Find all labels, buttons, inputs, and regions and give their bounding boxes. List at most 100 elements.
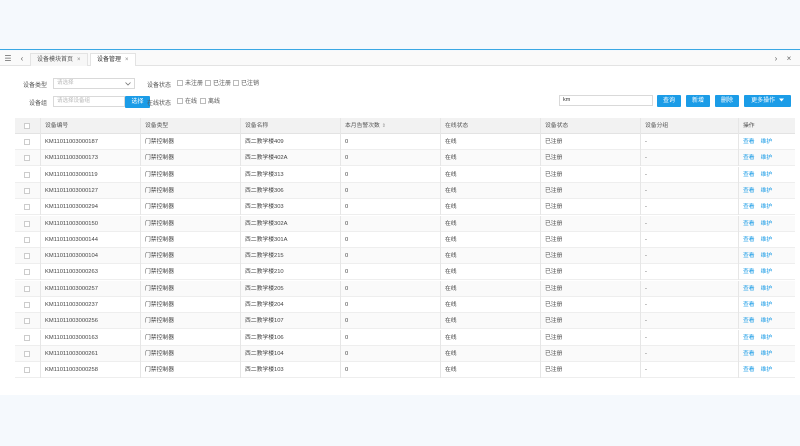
view-link[interactable]: 查看 <box>743 269 755 275</box>
view-link[interactable]: 查看 <box>743 204 755 210</box>
column-divider <box>140 297 141 313</box>
delete-button[interactable]: 删除 <box>715 95 739 107</box>
table-row: KM11011003000173 门禁控制器 西二教学楼402A 0 在线 已注册 - 查看维… <box>15 150 795 167</box>
column-divider <box>140 199 141 216</box>
maintain-link[interactable]: 维护 <box>761 204 773 210</box>
device-id-cell: KM11011003000119 <box>45 171 98 178</box>
actions-cell: 查看 维护 <box>743 297 778 313</box>
app-window: ☰ ‹ 设备模块首页 × 设备管理 × › × 设备类型 请选择 设备状态 未注册 … <box>0 51 800 395</box>
column-divider <box>440 248 441 265</box>
maintain-link[interactable]: 维护 <box>761 318 773 324</box>
view-link[interactable]: 查看 <box>743 172 755 178</box>
table-row: KM11011003000294 门禁控制器 西二教学楼303 0 在线 已注册 - 查看 维护 <box>15 199 795 216</box>
maintain-link[interactable]: 维护 <box>761 286 773 292</box>
device-id-cell: KM11011003000237 <box>45 302 98 308</box>
header-label: 设备编号 <box>45 123 69 129</box>
select-all-checkbox[interactable] <box>24 123 30 129</box>
view-link[interactable]: 查看 <box>743 335 755 341</box>
row-checkbox[interactable] <box>24 204 30 211</box>
maintain-link[interactable]: 维护 <box>761 351 773 357</box>
more-actions-button[interactable]: 更多操作 <box>744 95 791 107</box>
view-link[interactable]: 查看 <box>743 302 755 308</box>
maintain-link[interactable]: 维护 <box>761 221 773 227</box>
view-link[interactable]: 查看 <box>743 351 755 357</box>
menu-icon[interactable]: ☰ <box>2 51 14 66</box>
view-link[interactable]: 查看 <box>743 237 755 243</box>
view-link[interactable]: 查看 <box>743 188 755 194</box>
column-divider <box>440 166 441 183</box>
checkbox-cancelled[interactable]: 已注销 <box>233 80 259 88</box>
device-group-cell: - <box>645 220 647 227</box>
column-divider <box>738 313 739 330</box>
row-checkbox[interactable] <box>24 285 30 292</box>
maintain-link[interactable]: 维护 <box>761 335 773 341</box>
row-checkbox[interactable] <box>24 350 30 357</box>
tab-device-home[interactable]: 设备模块首页 × <box>30 53 88 66</box>
maintain-link[interactable]: 维护 <box>761 253 773 259</box>
device-type-cell: 门禁控制器 <box>145 171 174 178</box>
device-status-cell: 已注册 <box>545 285 563 292</box>
device-type-cell: 门禁控制器 <box>145 285 174 292</box>
row-checkbox[interactable] <box>24 171 30 178</box>
tab-device-manage[interactable]: 设备管理 × <box>90 53 136 66</box>
view-link[interactable]: 查看 <box>743 139 755 145</box>
column-divider <box>40 182 41 199</box>
device-name-cell: 西二教学楼103 <box>245 367 284 374</box>
device-type-cell: 门禁控制器 <box>145 318 174 325</box>
column-divider <box>340 313 341 330</box>
row-checkbox[interactable] <box>24 334 30 341</box>
close-icon[interactable]: × <box>125 57 129 63</box>
maintain-link[interactable]: 维护 <box>761 155 773 161</box>
row-checkbox[interactable] <box>24 139 30 145</box>
device-status-cell: 已注册 <box>545 220 563 227</box>
maintain-link[interactable]: 维护 <box>761 139 773 145</box>
checkbox-unregistered[interactable]: 未注册 <box>177 80 203 88</box>
column-divider <box>738 329 739 346</box>
column-divider <box>738 231 739 248</box>
maintain-link[interactable]: 维护 <box>761 172 773 178</box>
checkbox-registered[interactable]: 已注册 <box>205 80 231 88</box>
maintain-link[interactable]: 维护 <box>761 269 773 275</box>
row-checkbox[interactable] <box>24 269 30 276</box>
row-checkbox[interactable] <box>24 367 30 374</box>
checkbox-offline[interactable]: 离线 <box>200 98 220 106</box>
view-link[interactable]: 查看 <box>743 221 755 227</box>
query-button[interactable]: 查询 <box>657 95 681 107</box>
view-link[interactable]: 查看 <box>743 253 755 259</box>
checkbox-online[interactable]: 在线 <box>177 98 197 106</box>
row-checkbox[interactable] <box>24 302 30 308</box>
row-checkbox[interactable] <box>24 318 30 325</box>
column-divider <box>140 182 141 199</box>
row-checkbox[interactable] <box>24 220 30 227</box>
alarm-count-cell: 0 <box>345 334 349 341</box>
row-checkbox[interactable] <box>24 253 30 260</box>
view-link[interactable]: 查看 <box>743 367 755 373</box>
search-input[interactable]: km <box>559 95 653 106</box>
close-icon[interactable]: × <box>77 57 81 63</box>
column-divider <box>140 264 141 281</box>
tab-prev-icon[interactable]: ‹ <box>16 51 28 66</box>
column-divider <box>640 248 641 265</box>
add-button[interactable]: 新增 <box>686 95 710 107</box>
table-row: KM11011003000187 门禁控制器 西二教学楼409 0 在线 已注册 - 查看 维护 <box>15 134 795 150</box>
maintain-link[interactable]: 维护 <box>761 302 773 308</box>
sort-icon[interactable]: ⇕ <box>382 123 386 129</box>
col-device-name: 设备名称 <box>245 118 268 134</box>
maintain-link[interactable]: 维护 <box>761 188 773 194</box>
tab-next-icon[interactable]: › <box>770 51 782 66</box>
maintain-link[interactable]: 维护 <box>761 237 773 243</box>
row-checkbox[interactable] <box>24 187 30 194</box>
column-divider <box>440 215 441 232</box>
close-all-icon[interactable]: × <box>783 51 795 66</box>
view-link[interactable]: 查看 <box>743 286 755 292</box>
view-link[interactable]: 查看 <box>743 318 755 324</box>
maintain-link[interactable]: 维护 <box>761 367 773 373</box>
row-checkbox[interactable] <box>24 155 30 162</box>
device-type-select[interactable]: 请选择 <box>53 78 135 89</box>
column-divider <box>140 215 141 232</box>
view-link[interactable]: 查看 <box>743 155 755 161</box>
row-checkbox[interactable] <box>24 236 30 243</box>
device-id-cell: KM11011003000104 <box>45 253 98 260</box>
device-group-input[interactable]: 请选择设备组 <box>53 96 125 107</box>
column-divider <box>640 166 641 183</box>
